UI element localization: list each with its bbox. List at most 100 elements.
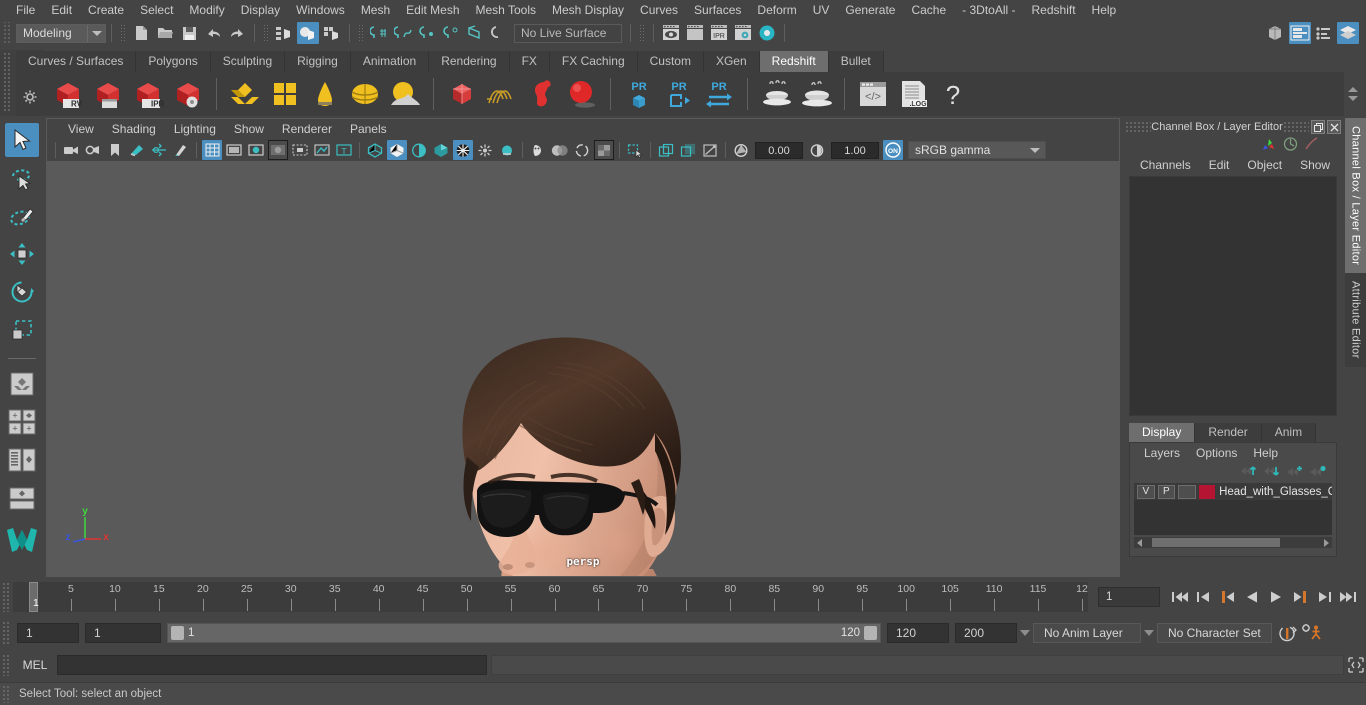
toolbar-grip[interactable] — [120, 24, 126, 42]
toolbar-grip[interactable] — [639, 24, 645, 42]
channel-box-menu-channels[interactable]: Channels — [1131, 158, 1200, 172]
snap-to-curve-icon[interactable] — [392, 22, 414, 44]
ipr-render-icon[interactable]: IPR — [708, 22, 730, 44]
snap-to-point-icon[interactable] — [416, 22, 438, 44]
menu-edit-mesh[interactable]: Edit Mesh — [398, 0, 467, 20]
isolate-select-icon[interactable] — [625, 140, 645, 160]
channel-box-menu-show[interactable]: Show — [1291, 158, 1339, 172]
range-end-handle[interactable] — [864, 626, 877, 640]
2d-pan-zoom-icon[interactable] — [149, 140, 169, 160]
vertical-tab-channel-box-layer-editor[interactable]: Channel Box / Layer Editor — [1345, 118, 1366, 274]
bookmark-icon[interactable] — [105, 140, 125, 160]
paint-select-tool[interactable] — [5, 199, 39, 233]
open-scene-icon[interactable] — [154, 22, 176, 44]
current-frame-field[interactable]: 1 — [1098, 587, 1160, 607]
snap-to-view-plane-icon[interactable] — [464, 22, 486, 44]
show-hide-modeling-toolkit-icon[interactable] — [1265, 22, 1287, 44]
gamma-field[interactable]: 1.00 — [831, 141, 879, 159]
animation-start-time-field[interactable]: 1 — [17, 623, 79, 643]
menu-windows[interactable]: Windows — [288, 0, 353, 20]
default-light-icon[interactable] — [497, 140, 517, 160]
menu-mesh-tools[interactable]: Mesh Tools — [468, 0, 544, 20]
redshift-light-button[interactable] — [306, 74, 344, 114]
redshift-render-sequence-button[interactable] — [89, 74, 127, 114]
xray-icon[interactable] — [656, 140, 676, 160]
select-by-component-type-icon[interactable] — [321, 22, 343, 44]
multisample-icon[interactable] — [594, 140, 614, 160]
film-gate-icon[interactable] — [224, 140, 244, 160]
film-origin-icon[interactable] — [290, 140, 310, 160]
shelf-tab-rigging[interactable]: Rigging — [285, 51, 351, 72]
rotate-tool[interactable] — [5, 275, 39, 309]
shadows-icon[interactable] — [528, 140, 548, 160]
four-view-layout[interactable]: + + + — [5, 405, 39, 439]
create-layer-from-selected-icon[interactable] — [1310, 465, 1326, 480]
wireframe-on-shaded-icon[interactable] — [453, 140, 473, 160]
menu-create[interactable]: Create — [80, 0, 132, 20]
range-slider-bar[interactable]: 1 120 — [167, 623, 881, 643]
close-panel-button[interactable] — [1327, 120, 1341, 134]
menu-curves[interactable]: Curves — [632, 0, 686, 20]
redshift-material-button[interactable] — [226, 74, 264, 114]
scrollbar-thumb[interactable] — [1152, 538, 1280, 547]
shelf-tab-redshift[interactable]: Redshift — [759, 51, 829, 72]
viewport-menu-view[interactable]: View — [59, 122, 103, 136]
wireframe-shading-icon[interactable] — [365, 140, 385, 160]
move-layer-down-icon[interactable] — [1264, 465, 1280, 480]
shelf-scroll-arrows[interactable] — [1344, 72, 1362, 116]
hypershade-icon[interactable] — [756, 22, 778, 44]
menu-help[interactable]: Help — [1084, 0, 1125, 20]
channel-box-menu-edit[interactable]: Edit — [1200, 158, 1239, 172]
shelf-tab-xgen[interactable]: XGen — [703, 51, 760, 72]
layer-menu-layers[interactable]: Layers — [1136, 446, 1188, 460]
layer-playback-toggle[interactable]: P — [1157, 484, 1176, 499]
layer-editor-tab-render[interactable]: Render — [1195, 423, 1262, 442]
new-scene-icon[interactable] — [130, 22, 152, 44]
color-management-toggle-icon[interactable]: ON — [883, 140, 903, 160]
vertical-tab-attribute-editor[interactable]: Attribute Editor — [1345, 273, 1366, 367]
exposure-field[interactable]: 0.00 — [755, 141, 803, 159]
play-backward-icon[interactable] — [1240, 584, 1264, 610]
gate-mask-icon[interactable] — [268, 140, 288, 160]
viewport-menu-panels[interactable]: Panels — [341, 122, 396, 136]
single-perspective-view-layout[interactable] — [5, 367, 39, 401]
menu-edit[interactable]: Edit — [43, 0, 80, 20]
script-editor-icon[interactable] — [1346, 652, 1366, 678]
undo-icon[interactable] — [202, 22, 224, 44]
redshift-rv-button[interactable]: RV — [49, 74, 87, 114]
grid-toggle-icon[interactable] — [202, 140, 222, 160]
menu-cache[interactable]: Cache — [903, 0, 954, 20]
go-to-start-icon[interactable] — [1168, 584, 1192, 610]
shelf-grip[interactable] — [3, 52, 12, 112]
menu-uv[interactable]: UV — [805, 0, 838, 20]
anim-layer-dropdown-arrow[interactable] — [1017, 623, 1033, 643]
shelf-tab-bullet[interactable]: Bullet — [828, 51, 884, 72]
channel-box-content[interactable] — [1129, 176, 1337, 416]
render-current-frame-icon[interactable] — [660, 22, 682, 44]
redo-icon[interactable] — [226, 22, 248, 44]
layer-list-horizontal-scrollbar[interactable] — [1134, 537, 1332, 548]
redshift-proxy-button[interactable] — [443, 74, 481, 114]
redshift-help-button[interactable]: ? — [934, 74, 972, 114]
move-tool[interactable] — [5, 237, 39, 271]
layer-name[interactable]: Head_with_Glasses_Ch — [1219, 486, 1332, 498]
redshift-log-button[interactable]: .LOG — [894, 74, 932, 114]
shelf-tab-animation[interactable]: Animation — [350, 51, 430, 72]
character-set-field[interactable]: No Character Set — [1157, 623, 1272, 643]
select-tool[interactable] — [5, 123, 39, 157]
menu-redshift[interactable]: Redshift — [1024, 0, 1084, 20]
select-camera-icon[interactable] — [61, 140, 81, 160]
channel-box-menu-object[interactable]: Object — [1238, 158, 1291, 172]
shelf-scroll-down-icon[interactable] — [1348, 96, 1358, 101]
character-set-dropdown-arrow[interactable] — [1141, 623, 1157, 643]
range-start-handle[interactable] — [171, 626, 184, 640]
ambient-occlusion-icon[interactable] — [550, 140, 570, 160]
snap-to-projected-center-icon[interactable] — [440, 22, 462, 44]
animation-preferences-icon[interactable] — [1300, 620, 1324, 646]
viewport-3d-canvas[interactable]: y x z persp — [47, 161, 1119, 576]
redshift-bake-set-button[interactable] — [797, 74, 835, 114]
camera-attributes-icon[interactable] — [83, 140, 103, 160]
create-new-layer-icon[interactable] — [1287, 465, 1303, 480]
playback-end-time-field[interactable]: 120 — [887, 623, 949, 643]
menu-mesh[interactable]: Mesh — [353, 0, 398, 20]
